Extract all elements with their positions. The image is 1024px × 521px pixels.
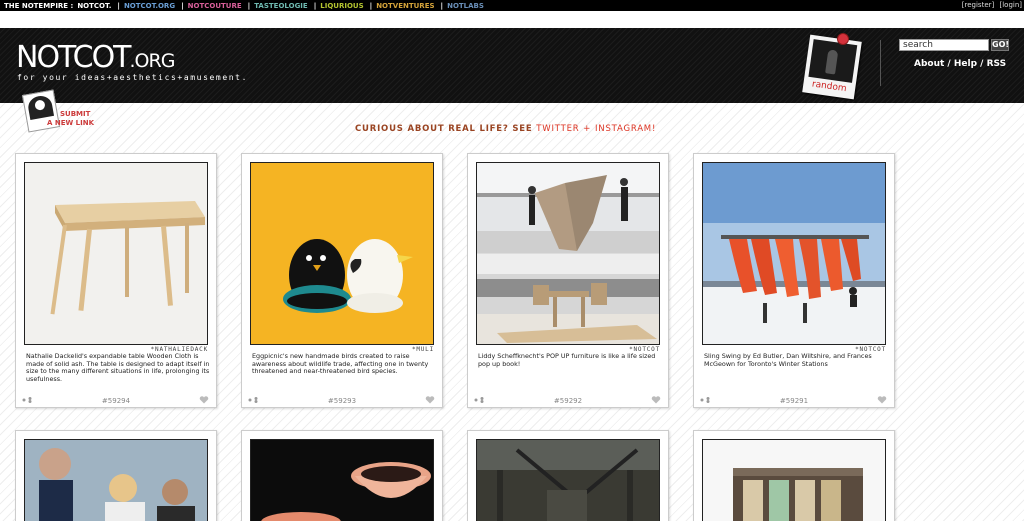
- heart-icon[interactable]: [651, 396, 661, 404]
- pin-icon: [838, 34, 848, 44]
- auth-links: [register] [login]: [959, 0, 1022, 11]
- submit-line2: A NEW LINK: [47, 119, 95, 127]
- post-image[interactable]: [476, 439, 660, 521]
- post-description: Nathalie Dackelid's expandable table Woo…: [26, 352, 210, 383]
- header-divider: [880, 40, 881, 86]
- empire-bar: THE NOTEMPIRE : NOTCOT. | NOTCOT.ORG | N…: [0, 0, 1024, 11]
- promo-text: CURIOUS ABOUT REAL LIFE? SEE: [355, 124, 533, 134]
- post-card[interactable]: *NOTCOT Sling Swing by Ed Butler, Dan Wi…: [693, 153, 895, 408]
- heart-icon[interactable]: [425, 396, 435, 404]
- top-strip: [0, 11, 1024, 28]
- post-card[interactable]: [15, 430, 217, 521]
- empire-link-notcot[interactable]: NOTCOT.: [77, 2, 111, 10]
- post-image[interactable]: [250, 439, 434, 521]
- site-tagline: for your ideas+aesthetics+amusement.: [17, 73, 248, 82]
- post-card[interactable]: [693, 430, 895, 521]
- submit-line1: SUBMIT: [60, 110, 91, 118]
- empire-link-tasteologie[interactable]: TASTEOLOGIE: [254, 2, 308, 10]
- post-number[interactable]: #59292: [468, 397, 668, 405]
- post-number[interactable]: #59293: [242, 397, 442, 405]
- register-link[interactable]: [register]: [962, 1, 994, 9]
- post-image[interactable]: [24, 162, 208, 345]
- post-description: Liddy Scheffknecht's POP UP furniture is…: [478, 352, 656, 368]
- post-description: Sling Swing by Ed Butler, Dan Wiltshire,…: [704, 352, 872, 368]
- promo-line: CURIOUS ABOUT REAL LIFE? SEE TWITTER + I…: [355, 124, 657, 134]
- header-links[interactable]: About / Help / RSS: [914, 59, 1006, 69]
- twitter-link[interactable]: TWITTER: [536, 124, 579, 134]
- post-image[interactable]: [702, 439, 886, 521]
- empire-link-notventures[interactable]: NOTVENTURES: [376, 2, 434, 10]
- submit-link[interactable]: SUBMIT A NEW LINK: [47, 110, 94, 128]
- post-card[interactable]: *NATHALIEDACK Nathalie Dackelid's expand…: [15, 153, 217, 408]
- search-input[interactable]: [899, 39, 989, 51]
- empire-link-notcouture[interactable]: NOTCOUTURE: [188, 2, 242, 10]
- post-card[interactable]: *NOTCOT Liddy Scheffknecht's POP UP furn…: [467, 153, 669, 408]
- post-number[interactable]: #59294: [16, 397, 216, 405]
- empire-link-notlabs[interactable]: NOTLABS: [447, 2, 484, 10]
- empire-link-notcot-org[interactable]: NOTCOT.ORG: [124, 2, 175, 10]
- empire-link-liqurious[interactable]: LIQURIOUS: [320, 2, 363, 10]
- heart-icon[interactable]: [199, 396, 209, 404]
- random-photo: [808, 39, 858, 83]
- post-image[interactable]: [250, 162, 434, 345]
- heart-icon[interactable]: [877, 396, 887, 404]
- empire-label: THE NOTEMPIRE :: [4, 1, 74, 10]
- post-card[interactable]: *MULI Eggpicnic's new handmade birds cre…: [241, 153, 443, 408]
- logo-org: .ORG: [129, 50, 176, 72]
- post-card[interactable]: [241, 430, 443, 521]
- site-header: NOTCOT.ORG for your ideas+aesthetics+amu…: [0, 28, 1024, 103]
- logo-main: NOTCOT: [16, 40, 132, 75]
- post-card[interactable]: [467, 430, 669, 521]
- post-image[interactable]: [702, 162, 886, 345]
- login-link[interactable]: [login]: [999, 1, 1022, 9]
- post-description: Eggpicnic's new handmade birds created t…: [252, 352, 429, 376]
- search-go-button[interactable]: GO!: [991, 39, 1009, 51]
- post-image[interactable]: [476, 162, 660, 345]
- post-credit[interactable]: *MULI: [412, 346, 434, 353]
- post-image[interactable]: [24, 439, 208, 521]
- instagram-link[interactable]: INSTAGRAM!: [595, 124, 656, 134]
- random-button[interactable]: random: [802, 34, 862, 100]
- site-logo[interactable]: NOTCOT.ORG: [16, 40, 176, 77]
- post-number[interactable]: #59291: [694, 397, 894, 405]
